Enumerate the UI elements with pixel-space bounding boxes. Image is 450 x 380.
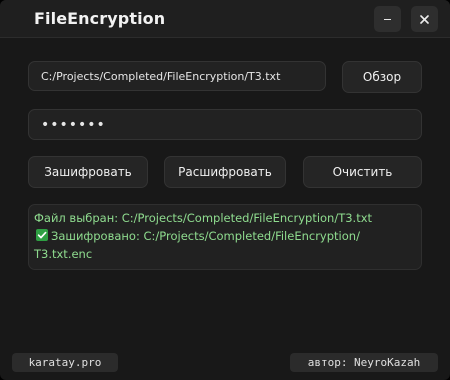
title-bar[interactable]: FileEncryption: [0, 0, 450, 38]
clear-button[interactable]: Очистить: [303, 156, 422, 188]
log-line-file-selected: Файл выбран: C:/Projects/Completed/FileE…: [34, 211, 373, 225]
author-badge: автор: NeyroKazah: [290, 353, 438, 372]
file-path-input[interactable]: [28, 61, 326, 91]
log-line-encrypted-file: T3.txt.enc: [34, 247, 93, 261]
decrypt-button[interactable]: Расшифровать: [164, 156, 286, 188]
close-icon: [420, 14, 429, 24]
minimize-icon: [384, 18, 391, 21]
minimize-button[interactable]: [374, 6, 401, 32]
log-encrypted-text: Зашифровано: C:/Projects/Completed/FileE…: [51, 229, 360, 243]
browse-button[interactable]: Обзор: [342, 61, 422, 93]
close-button[interactable]: [411, 6, 438, 32]
app-title: FileEncryption: [34, 9, 166, 28]
app-window: FileEncryption Обзор Зашифровать Расшифр…: [0, 0, 450, 380]
password-input[interactable]: [28, 109, 422, 140]
log-output[interactable]: Файл выбран: C:/Projects/Completed/FileE…: [28, 204, 422, 270]
log-line-encrypted: Зашифровано: C:/Projects/Completed/FileE…: [34, 227, 415, 245]
site-badge: karatay.pro: [12, 353, 118, 372]
encrypt-button[interactable]: Зашифровать: [28, 156, 148, 188]
check-mark-icon: [36, 229, 48, 241]
